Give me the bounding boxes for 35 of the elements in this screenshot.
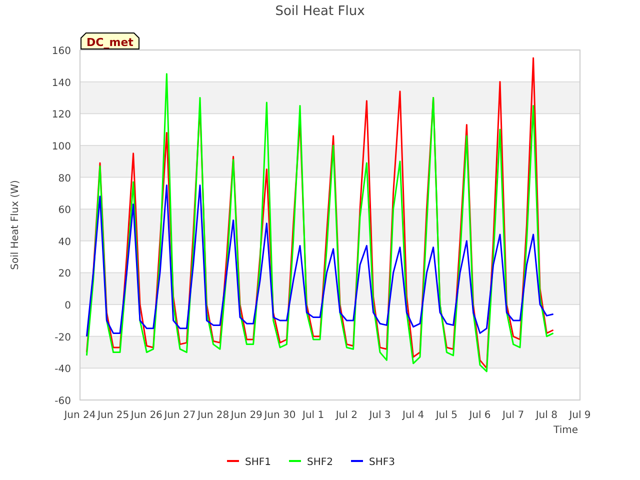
x-axis-label: Time bbox=[554, 425, 578, 436]
y-tick-label: -40 bbox=[54, 364, 71, 376]
x-tick-label: Jun 24 bbox=[64, 410, 96, 421]
x-tick-label: Jun 28 bbox=[198, 410, 230, 421]
y-tick-label: -60 bbox=[54, 396, 71, 407]
y-tick-label: -20 bbox=[54, 332, 71, 344]
x-tick-label: Jul 3 bbox=[369, 410, 391, 421]
x-tick-label: Jul 2 bbox=[336, 410, 358, 421]
y-tick-label: 80 bbox=[58, 173, 71, 184]
y-tick-label: 20 bbox=[58, 268, 71, 280]
x-tick-label: Jun 26 bbox=[130, 410, 162, 421]
x-tick-label: Jul 8 bbox=[536, 410, 558, 421]
legend-label: SHF2 bbox=[307, 457, 333, 468]
x-tick-label: Jul 6 bbox=[469, 410, 491, 421]
x-tick-label: Jul 7 bbox=[502, 410, 524, 421]
y-tick-label: 120 bbox=[52, 110, 71, 121]
x-tick-label: Jun 25 bbox=[98, 410, 130, 421]
y-tick-label: 160 bbox=[52, 46, 71, 57]
legend-label: SHF1 bbox=[245, 457, 271, 468]
y-tick-label: 0 bbox=[64, 300, 71, 312]
y-tick-label: 40 bbox=[58, 236, 71, 248]
y-tick-label: 100 bbox=[52, 141, 71, 152]
y-tick-label: 60 bbox=[58, 205, 71, 216]
x-tick-label: Jun 27 bbox=[164, 410, 196, 421]
x-tick-label: Jul 4 bbox=[402, 410, 424, 421]
x-tick-label: Jul 9 bbox=[569, 410, 591, 421]
x-tick-label: Jun 29 bbox=[230, 410, 262, 421]
chart-title: Soil Heat Flux bbox=[275, 4, 365, 19]
x-tick-label: Jun 30 bbox=[264, 410, 296, 421]
y-tick-label: 140 bbox=[52, 78, 71, 89]
x-tick-label: Jul 5 bbox=[436, 410, 458, 421]
legend-label: SHF3 bbox=[369, 457, 395, 468]
x-tick-label: Jul 1 bbox=[302, 410, 324, 421]
site-badge: DC_met bbox=[80, 32, 140, 50]
y-axis-label: Soil Heat Flux (W) bbox=[10, 180, 21, 270]
